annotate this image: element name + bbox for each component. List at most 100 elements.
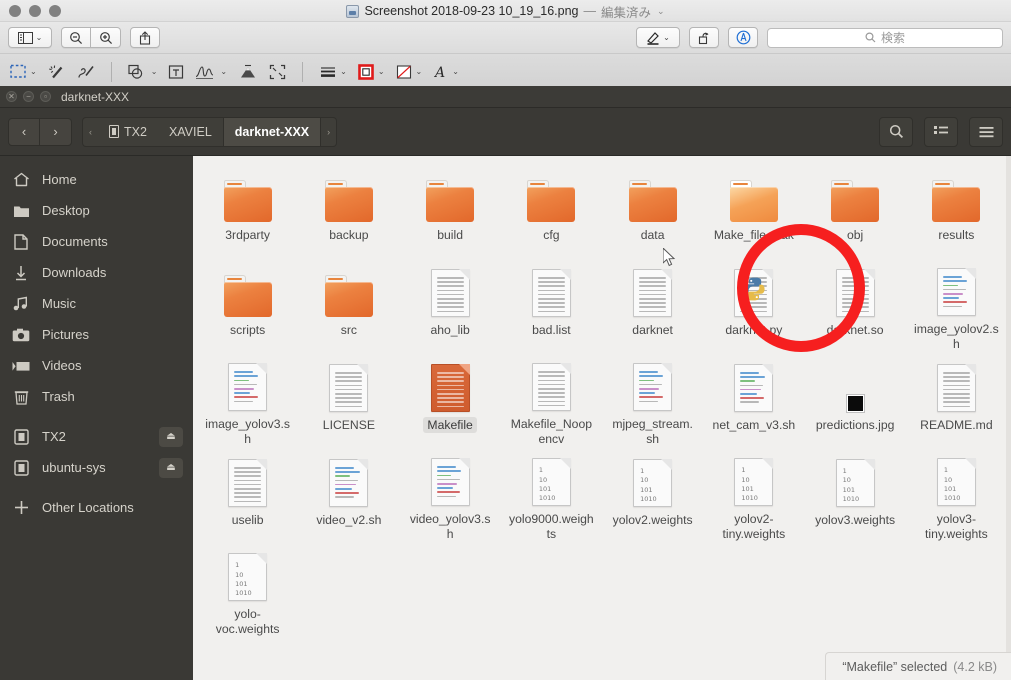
file-manager-header: ‹ › ‹ TX2 XAVIEL darknet-XXX › (0, 108, 1011, 156)
sketch-tool[interactable] (77, 64, 95, 80)
file-item[interactable]: 1 10 101 1010 yolov3-tiny.weights (906, 447, 1007, 542)
file-item[interactable]: net_cam_v3.sh (703, 352, 804, 447)
zoom-in-button[interactable] (91, 27, 121, 48)
sidebar-item-ubuntu-sys[interactable]: ubuntu-sys ⏏ (0, 452, 193, 483)
instant-alpha-tool[interactable] (48, 64, 66, 80)
file-item[interactable]: 1 10 101 1010 yolov3.weights (805, 447, 906, 542)
bit-line: 101 (741, 485, 754, 494)
sidebar-item-music[interactable]: Music (0, 288, 193, 319)
view-options-button[interactable] (924, 116, 958, 147)
sidebar-item-downloads[interactable]: Downloads (0, 257, 193, 288)
file-item[interactable]: darknet.py (703, 257, 804, 352)
breadcrumb-item-tx2[interactable]: TX2 (98, 116, 158, 147)
file-item[interactable]: mjpeg_stream.sh (602, 352, 703, 447)
font-tool[interactable]: A ⌄ (433, 64, 459, 80)
sidebar-item-tx2[interactable]: TX2 ⏏ (0, 421, 193, 452)
signature-icon (196, 65, 214, 79)
signature-tool[interactable]: ⌄ (195, 64, 227, 80)
sidebar-item-other-locations[interactable]: Other Locations (0, 492, 193, 523)
file-item[interactable]: 1 10 101 1010 yolov2.weights (602, 447, 703, 542)
back-button[interactable]: ‹ (8, 117, 40, 146)
chevron-down-icon[interactable]: ⌄ (36, 33, 43, 42)
file-grid-area[interactable]: 3rdparty backup build cfg data Make_file_Bak o… (193, 156, 1011, 680)
sidebar-item-videos[interactable]: Videos (0, 350, 193, 381)
file-item[interactable]: darknet (602, 257, 703, 352)
chevron-down-icon[interactable]: ⌄ (416, 67, 423, 76)
chevron-down-icon[interactable]: ⌄ (663, 33, 670, 42)
fm-minimize-button[interactable]: − (23, 91, 34, 102)
file-item[interactable]: 1 10 101 1010 yolo9000.weights (501, 447, 602, 542)
file-item[interactable]: aho_lib (400, 257, 501, 352)
shapes-tool[interactable]: ⌄ (128, 64, 158, 80)
sidebar-item-home[interactable]: Home (0, 164, 193, 195)
sidebar-item-desktop[interactable]: Desktop (0, 195, 193, 226)
sidebar-item-trash[interactable]: Trash (0, 381, 193, 412)
breadcrumb-scroll-right[interactable]: › (321, 116, 338, 147)
chevron-down-icon[interactable]: ⌄ (151, 67, 158, 76)
file-item[interactable]: Make_file_Bak (703, 162, 804, 257)
file-item[interactable]: image_yolov2.sh (906, 257, 1007, 352)
file-item[interactable]: image_yolov3.sh (197, 352, 298, 447)
eject-icon[interactable]: ⏏ (159, 426, 183, 447)
shape-style-tool[interactable]: ⌄ (319, 64, 347, 80)
search-button[interactable] (879, 116, 913, 147)
breadcrumb-item-darknet-xxx[interactable]: darknet-XXX (222, 116, 322, 147)
file-item[interactable]: data (602, 162, 703, 257)
sidebar-item-pictures[interactable]: Pictures (0, 319, 193, 350)
chevron-down-icon[interactable]: ⌄ (30, 67, 37, 76)
file-item[interactable]: darknet.so (805, 257, 906, 352)
file-item[interactable]: 1 10 101 1010 yolo-voc.weights (197, 542, 298, 637)
scrollbar-track[interactable] (1006, 156, 1011, 680)
file-item[interactable]: uselib (197, 447, 298, 542)
file-item[interactable]: Makefile_Noopencv (501, 352, 602, 447)
file-item[interactable]: 1 10 101 1010 yolov2-tiny.weights (703, 447, 804, 542)
breadcrumb-item-xaviel[interactable]: XAVIEL (157, 116, 223, 147)
doc-line (436, 482, 457, 485)
breadcrumb-scroll-left[interactable]: ‹ (82, 116, 98, 147)
adjust-color-tool[interactable] (238, 64, 258, 80)
sidebar-toggle-button[interactable]: ⌄ (8, 27, 52, 48)
file-item[interactable]: video_yolov3.sh (400, 447, 501, 542)
preview-search-box[interactable]: 検索 (767, 27, 1003, 48)
sidebar-item-documents[interactable]: Documents (0, 226, 193, 257)
annotate-button[interactable] (728, 27, 758, 48)
file-item[interactable]: scripts (197, 257, 298, 352)
file-item[interactable]: src (298, 257, 399, 352)
zoom-out-button[interactable] (61, 27, 91, 48)
file-item[interactable]: results (906, 162, 1007, 257)
minimize-button[interactable] (29, 4, 41, 17)
file-item[interactable]: bad.list (501, 257, 602, 352)
fill-swatch-icon (396, 64, 411, 79)
preview-search-input[interactable]: 検索 (881, 29, 905, 46)
file-item[interactable]: LICENSE (298, 352, 399, 447)
chevron-down-icon[interactable]: ⌄ (452, 67, 459, 76)
fm-maximize-button[interactable]: ▫ (40, 91, 51, 102)
selection-tool[interactable]: ⌄ (10, 64, 37, 79)
main-menu-button[interactable] (969, 116, 1003, 147)
markup-toolbar-button[interactable]: ⌄ (636, 27, 680, 48)
border-color-tool[interactable]: ⌄ (358, 63, 385, 80)
file-item[interactable]: backup (298, 162, 399, 257)
file-item[interactable]: obj (805, 162, 906, 257)
share-button[interactable] (130, 27, 160, 48)
file-item[interactable]: 3rdparty (197, 162, 298, 257)
text-tool[interactable] (168, 64, 184, 80)
file-item[interactable]: README.md (906, 352, 1007, 447)
chevron-down-icon[interactable]: ⌄ (657, 6, 665, 17)
file-item[interactable]: predictions.jpg (805, 352, 906, 447)
resize-tool[interactable] (269, 64, 286, 80)
file-item[interactable]: cfg (501, 162, 602, 257)
file-item[interactable]: video_v2.sh (298, 447, 399, 542)
zoom-button[interactable] (49, 4, 61, 17)
close-button[interactable] (9, 4, 21, 17)
forward-button[interactable]: › (40, 117, 72, 146)
file-item-selected[interactable]: Makefile (400, 352, 501, 447)
rotate-button[interactable] (689, 27, 719, 48)
chevron-down-icon[interactable]: ⌄ (340, 67, 347, 76)
fill-color-tool[interactable]: ⌄ (396, 64, 423, 80)
chevron-down-icon[interactable]: ⌄ (220, 67, 227, 76)
chevron-down-icon[interactable]: ⌄ (378, 67, 385, 76)
eject-icon[interactable]: ⏏ (159, 457, 183, 478)
file-item[interactable]: build (400, 162, 501, 257)
fm-close-button[interactable]: ✕ (6, 91, 17, 102)
